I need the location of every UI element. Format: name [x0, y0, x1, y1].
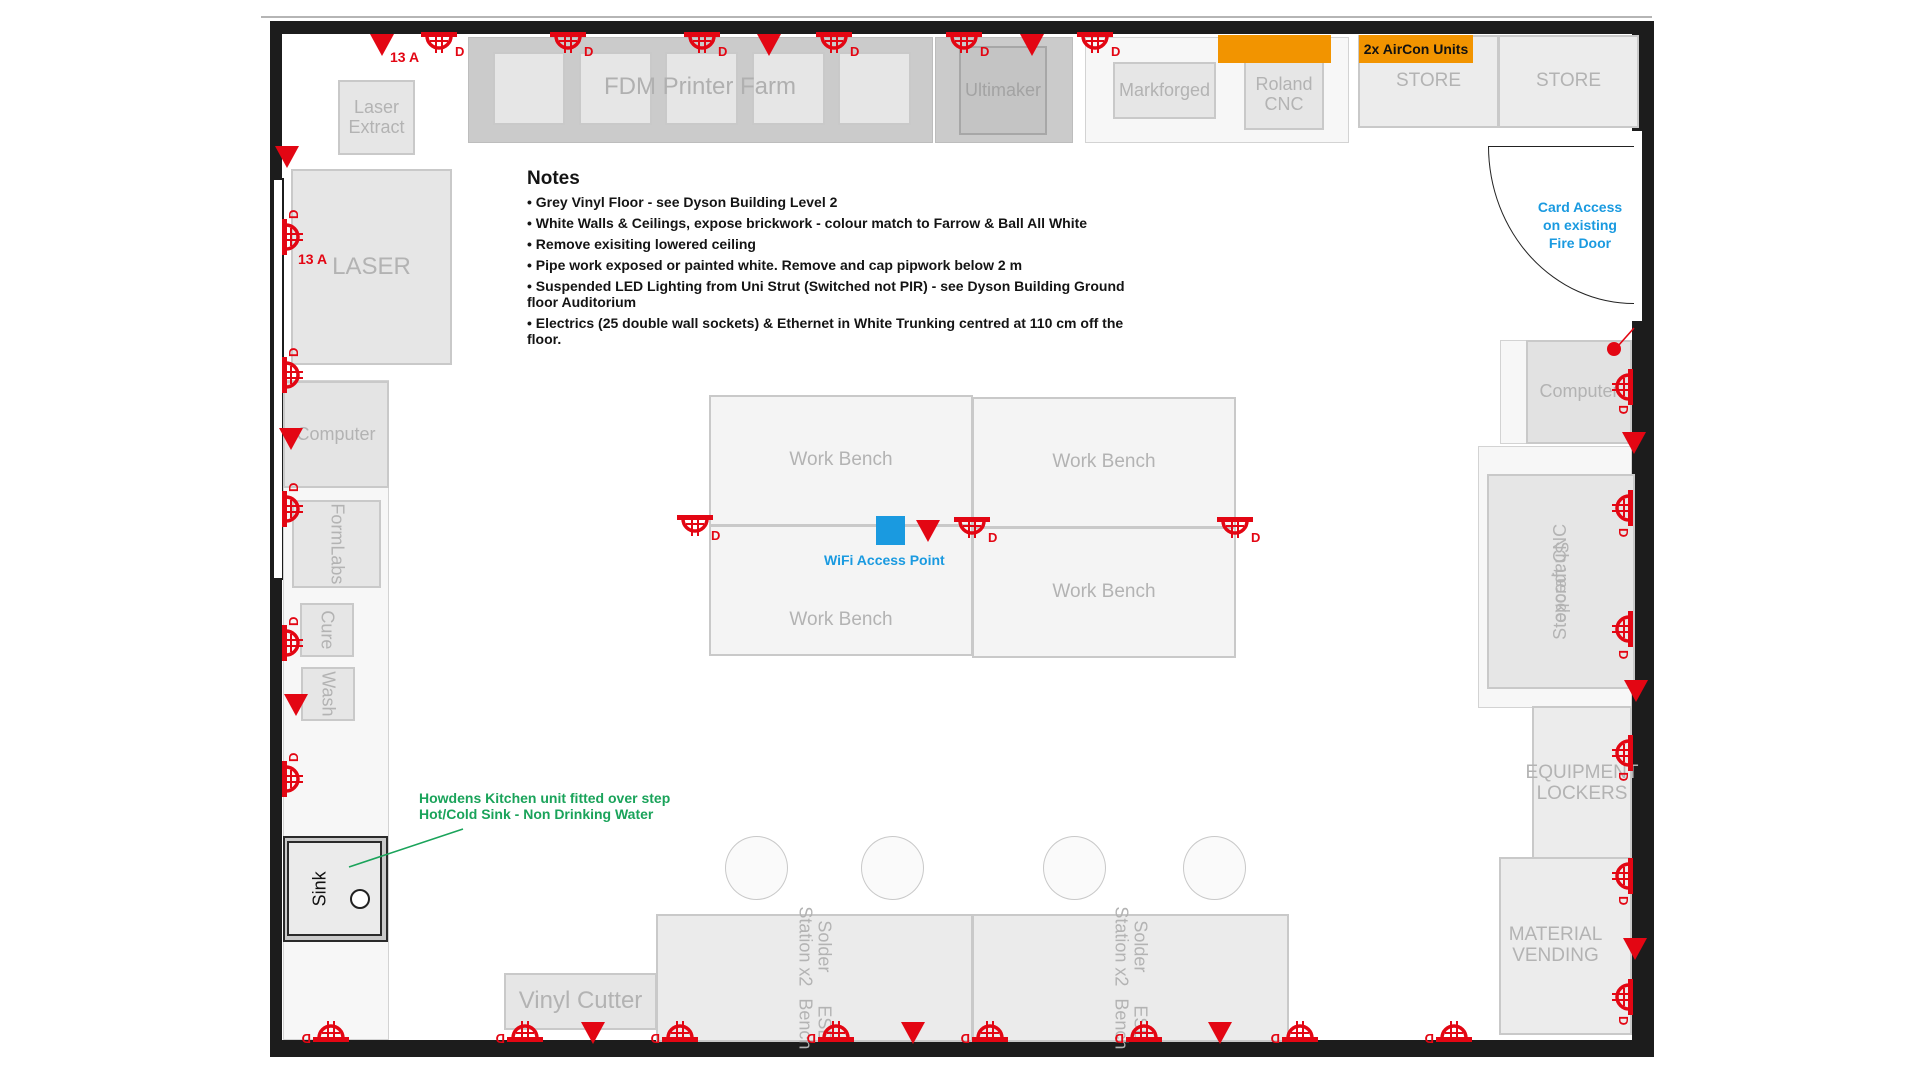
aircon-unit-2: 2x AirCon Units [1359, 35, 1473, 63]
material-vending: MATERIAL VENDING [1499, 857, 1632, 1035]
fdm-printer-1 [493, 52, 565, 125]
work-bench-3: Work Bench [709, 525, 973, 656]
card-access-label: Card Access on existing Fire Door [1537, 199, 1623, 251]
note-item: • White Walls & Ceilings, expose brickwo… [527, 215, 1088, 231]
notes-list: • Grey Vinyl Floor - see Dyson Building … [527, 194, 1147, 347]
work-bench-1: Work Bench [709, 395, 973, 526]
roland-cnc: Roland CNC [1244, 60, 1324, 130]
notes-heading: Notes [527, 168, 580, 189]
vinyl-cutter: Vinyl Cutter [504, 973, 657, 1030]
equipment-lockers: EQUIPMENT LOCKERS [1526, 706, 1638, 861]
note-item: • Remove exisiting lowered ceiling [527, 236, 756, 252]
aircon-label: 2x AirCon Units [1363, 41, 1469, 57]
note-item: • Electrics (25 double wall sockets) & E… [527, 315, 1124, 347]
fdm-printer-5 [838, 52, 911, 125]
stool [1043, 836, 1106, 900]
stool [861, 836, 924, 900]
aircon-unit-1 [1218, 35, 1331, 63]
computer-left: Computer [283, 381, 389, 488]
esd-bench-1: ESD Bench Solder Station x2 [656, 906, 973, 1050]
stool [1183, 836, 1246, 900]
ultimaker: Ultimaker [959, 46, 1047, 135]
esd-bench-2: ESD Bench Solder Station x2 [972, 906, 1289, 1050]
stool [725, 836, 788, 900]
stepcraft-cnc: Stepcraft CNC Shapeoko [1487, 474, 1635, 689]
laser-extract: Laser Extract [338, 80, 415, 155]
wifi-access-point-icon [876, 516, 905, 545]
store-2: STORE [1498, 35, 1639, 128]
sink: Sink [287, 841, 382, 936]
work-bench-2: Work Bench [972, 397, 1236, 528]
fdm-printer-farm-label: FDM Printer Farm [604, 73, 796, 100]
sink-note: Howdens Kitchen unit fitted over step Ho… [419, 790, 671, 822]
work-bench-4: Work Bench [972, 527, 1236, 658]
laser-cutter: LASER [291, 169, 452, 365]
sink-drain [350, 889, 370, 909]
markforged: Markforged [1113, 62, 1216, 119]
formlabs-cure: Cure [300, 603, 354, 657]
formlabs-wash: Wash [301, 667, 355, 721]
page-top-rule [261, 16, 1652, 18]
notes-panel: Notes • Grey Vinyl Floor - see Dyson Bui… [527, 168, 1147, 352]
wifi-access-point-label: WiFi Access Point [824, 552, 945, 568]
note-item: • Pipe work exposed or painted white. Re… [527, 257, 1023, 273]
note-item: • Grey Vinyl Floor - see Dyson Building … [527, 194, 838, 210]
formlabs: FormLabs [292, 500, 381, 588]
note-item: • Suspended LED Lighting from Uni Strut … [527, 278, 1125, 310]
computer-right: Computer [1526, 340, 1632, 444]
